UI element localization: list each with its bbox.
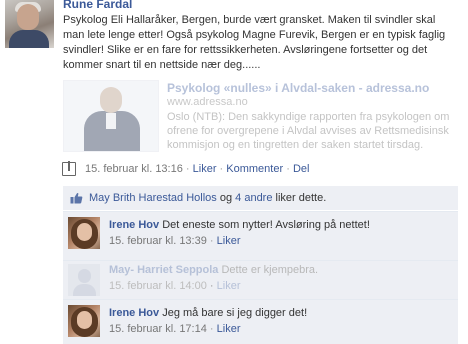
share-thumbnail[interactable] — [63, 80, 159, 152]
commenter-name-link[interactable]: Irene Hov — [109, 307, 159, 319]
comment-item: Irene Hov Det eneste som nytter! Avsløri… — [63, 211, 458, 260]
post-text: Psykolog Eli Hallaråker, Bergen, burde v… — [63, 14, 446, 71]
separator-dot: · — [209, 235, 214, 247]
share-title-link[interactable]: Psykolog «nulles» i Alvdal-saken - adres… — [167, 81, 429, 95]
post-author-link[interactable]: Rune Fardal — [63, 0, 132, 11]
commenter-avatar[interactable] — [68, 217, 100, 249]
shared-link-preview[interactable]: Psykolog «nulles» i Alvdal-saken - adres… — [63, 78, 458, 158]
separator-dot: · — [209, 323, 214, 335]
separator-dot: · — [219, 163, 224, 175]
comment-link[interactable]: Kommenter — [226, 163, 283, 175]
author-avatar[interactable] — [5, 0, 54, 48]
like-link[interactable]: Liker — [193, 163, 217, 175]
likes-and: og — [219, 192, 233, 204]
commenter-avatar[interactable] — [68, 305, 100, 337]
comment-like-link[interactable]: Liker — [217, 235, 241, 247]
comment-item: May- Harriet Seppola Dette er kjempebra.… — [63, 260, 458, 299]
comment-text: Det eneste som nytter! Avsløring på nett… — [162, 219, 370, 231]
comment-item: Irene Hov Jeg må bare si jeg digger det!… — [63, 299, 458, 344]
likes-summary: May Brith Harestad Hollos og 4 andre lik… — [63, 186, 458, 210]
comment-text: Dette er kjempebra. — [221, 264, 319, 276]
separator-dot: · — [209, 280, 214, 292]
share-url: www.adressa.no — [167, 96, 248, 108]
comment-text: Jeg må bare si jeg digger det! — [162, 307, 308, 319]
share-link[interactable]: Del — [293, 163, 310, 175]
likes-suffix: liker dette. — [275, 192, 327, 204]
comment-timestamp[interactable]: 15. februar kl. 17:14 — [109, 323, 207, 335]
likes-others-link[interactable]: 4 andre — [235, 192, 272, 204]
comment-bubble-icon — [62, 161, 76, 176]
comment-timestamp[interactable]: 15. februar kl. 14:00 — [109, 280, 207, 292]
share-description: Oslo (NTB): Den sakkyndige rapporten fra… — [167, 111, 450, 151]
commenter-name-link[interactable]: May- Harriet Seppola — [109, 264, 218, 276]
liker-name-link[interactable]: May Brith Harestad Hollos — [89, 192, 217, 204]
commenter-avatar[interactable] — [68, 264, 100, 296]
commenter-name-link[interactable]: Irene Hov — [109, 219, 159, 231]
comment-timestamp[interactable]: 15. februar kl. 13:39 — [109, 235, 207, 247]
comment-like-link[interactable]: Liker — [217, 280, 241, 292]
separator-dot: · — [286, 163, 290, 175]
separator-dot: · — [185, 163, 190, 175]
thumbs-up-icon — [70, 192, 83, 204]
comment-like-link[interactable]: Liker — [217, 323, 241, 335]
post-timestamp[interactable]: 15. februar kl. 13:16 — [85, 163, 183, 175]
